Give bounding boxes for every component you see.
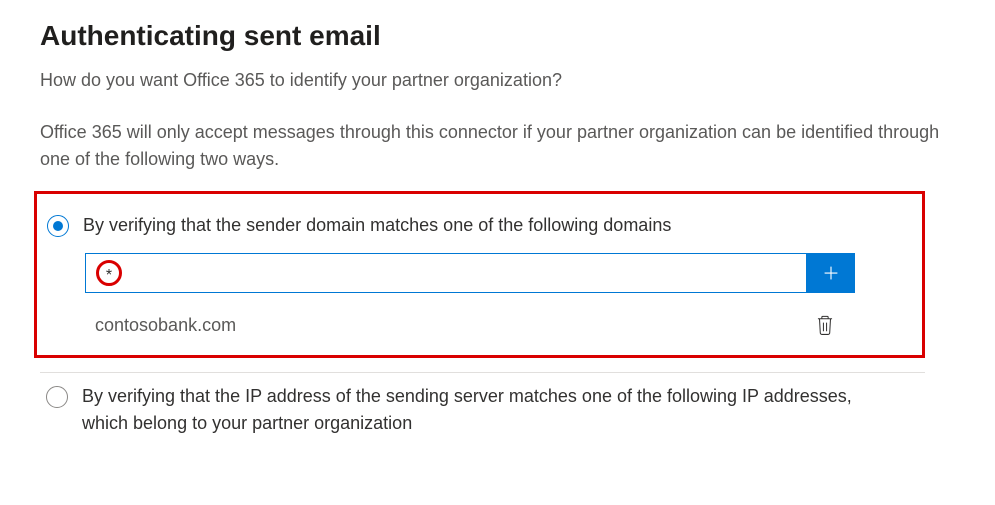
option1-radio[interactable] [47,215,69,237]
option2-radio[interactable] [46,386,68,408]
trash-icon [815,314,835,336]
input-current-value: * [106,268,112,284]
option2-label: By verifying that the IP address of the … [82,383,902,437]
domain-entry-text: contosobank.com [85,315,811,336]
domain-input[interactable] [122,253,806,293]
plus-icon [822,264,840,282]
option1-label: By verifying that the sender domain matc… [83,212,671,239]
page-description: Office 365 will only accept messages thr… [40,119,955,173]
domain-list-item: contosobank.com [85,307,855,343]
input-star-highlight: * [96,260,122,286]
option-divider [40,372,925,373]
domain-input-container: * [85,253,807,293]
page-title: Authenticating sent email [40,20,955,52]
delete-domain-button[interactable] [811,311,839,339]
option1-highlight: By verifying that the sender domain matc… [34,191,925,358]
page-subtitle: How do you want Office 365 to identify y… [40,70,955,91]
add-domain-button[interactable] [807,253,855,293]
